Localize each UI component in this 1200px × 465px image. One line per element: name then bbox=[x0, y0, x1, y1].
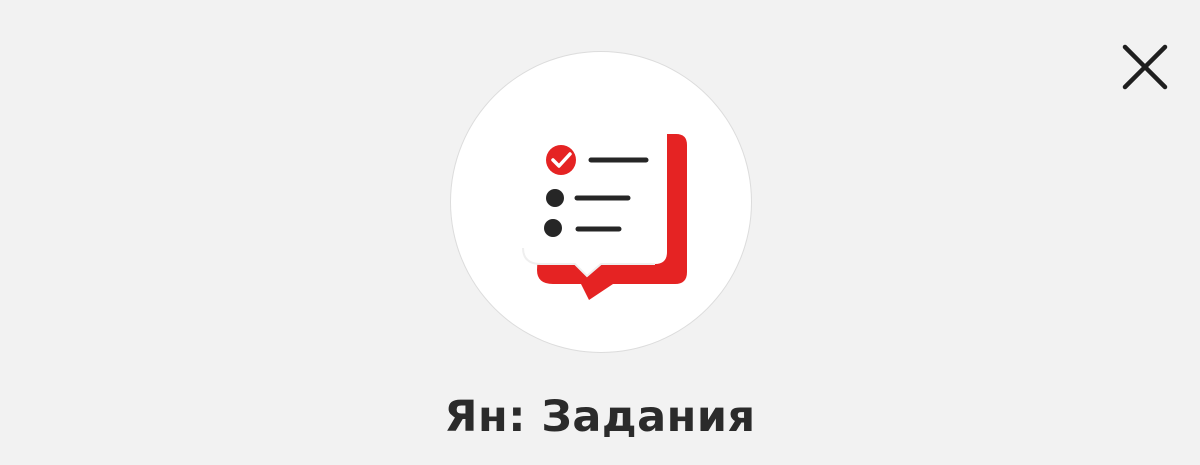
app-icon-badge bbox=[451, 52, 751, 352]
close-icon bbox=[1122, 44, 1168, 90]
tasks-checklist-icon bbox=[522, 116, 687, 300]
close-button[interactable] bbox=[1116, 38, 1174, 96]
app-title: Ян: Задания bbox=[444, 392, 756, 442]
app-info-dialog: Ян: Задания bbox=[0, 0, 1200, 465]
